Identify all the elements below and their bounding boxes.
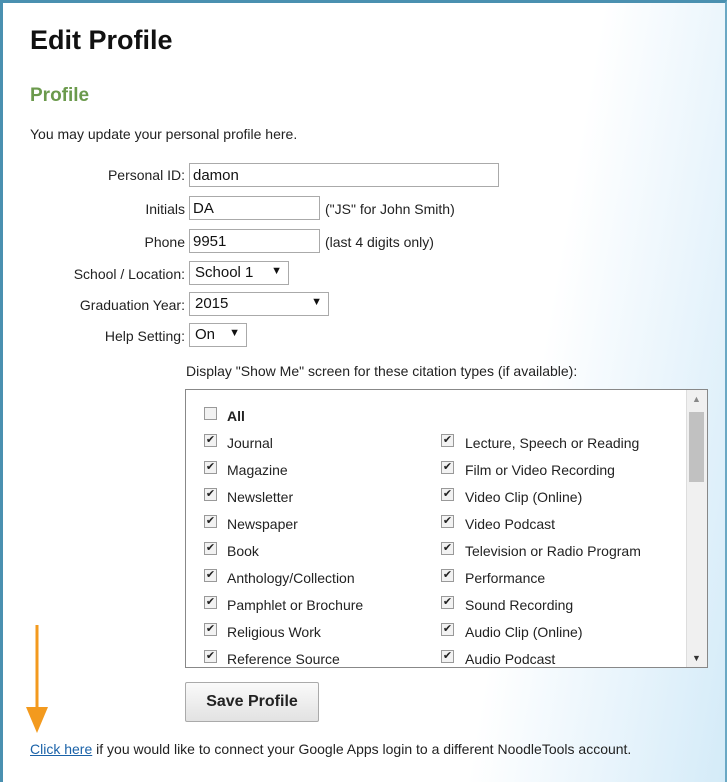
initials-input[interactable]	[189, 196, 320, 220]
check-mark-icon: ✔	[205, 434, 216, 446]
citation-checkbox[interactable]: ✔	[441, 488, 454, 501]
check-mark-icon: ✔	[205, 542, 216, 554]
citation-label: Lecture, Speech or Reading	[465, 435, 640, 451]
all-checkbox[interactable]	[204, 407, 217, 420]
check-mark-icon: ✔	[205, 596, 216, 608]
phone-label: Phone	[144, 234, 185, 250]
page-title: Edit Profile	[30, 25, 173, 55]
intro-text: You may update your personal profile her…	[30, 126, 298, 142]
personal-id-input[interactable]	[189, 163, 499, 187]
show-me-label: Display "Show Me" screen for these citat…	[186, 363, 578, 379]
citation-label: Magazine	[227, 462, 288, 478]
citation-checkbox[interactable]: ✔	[204, 542, 217, 555]
check-mark-icon: ✔	[442, 542, 453, 554]
footer-text: Click here if you would like to connect …	[30, 741, 631, 757]
scroll-thumb[interactable]	[689, 412, 704, 482]
citation-label: Reference Source	[227, 651, 340, 667]
help-select[interactable]: On ▼	[189, 323, 247, 347]
check-mark-icon: ✔	[442, 488, 453, 500]
phone-hint: (last 4 digits only)	[325, 234, 434, 250]
dropdown-arrow-icon: ▼	[311, 296, 322, 308]
check-mark-icon: ✔	[442, 569, 453, 581]
citation-checkbox[interactable]: ✔	[204, 596, 217, 609]
school-select[interactable]: School 1 ▼	[189, 261, 289, 285]
citation-label: Religious Work	[227, 624, 321, 640]
initials-hint: ("JS" for John Smith)	[325, 201, 455, 217]
check-mark-icon: ✔	[205, 569, 216, 581]
citation-label: Television or Radio Program	[465, 543, 641, 559]
click-here-link[interactable]: Click here	[30, 741, 92, 757]
help-value: On	[195, 326, 216, 343]
citation-checkbox[interactable]: ✔	[441, 434, 454, 447]
citation-label: Video Podcast	[465, 516, 556, 532]
check-mark-icon: ✔	[442, 623, 453, 635]
citation-checkbox[interactable]: ✔	[204, 623, 217, 636]
dropdown-arrow-icon: ▼	[271, 265, 282, 277]
personal-id-label: Personal ID:	[107, 167, 185, 183]
citation-label: Newsletter	[227, 489, 294, 505]
citation-label: Performance	[465, 570, 546, 586]
school-value: School 1	[195, 264, 254, 281]
check-mark-icon: ✔	[205, 650, 216, 662]
citation-checkbox[interactable]: ✔	[204, 650, 217, 663]
citation-label: Sound Recording	[465, 597, 574, 613]
citation-label: Audio Podcast	[465, 651, 556, 667]
citation-checkbox[interactable]: ✔	[441, 515, 454, 528]
school-label: School / Location:	[73, 266, 185, 282]
citation-checkbox[interactable]: ✔	[204, 434, 217, 447]
check-mark-icon: ✔	[205, 488, 216, 500]
check-mark-icon: ✔	[442, 461, 453, 473]
annotation-arrow-icon	[26, 625, 48, 733]
check-mark-icon: ✔	[205, 461, 216, 473]
help-label: Help Setting:	[104, 328, 185, 344]
citation-types-list[interactable]: All ✔ Journal ✔ Magazine ✔ Newsletter ✔ Newspap…	[185, 389, 708, 668]
section-heading: Profile	[30, 85, 90, 106]
citation-checkbox[interactable]: ✔	[441, 650, 454, 663]
scroll-up-icon[interactable]: ▲	[692, 394, 701, 404]
page-frame: Edit Profile Profile You may update your…	[0, 0, 727, 782]
citation-label: Anthology/Collection	[227, 570, 355, 586]
check-mark-icon: ✔	[442, 650, 453, 662]
initials-label: Initials	[145, 201, 185, 217]
citation-checkbox[interactable]: ✔	[441, 542, 454, 555]
save-profile-button[interactable]: Save Profile	[185, 682, 319, 722]
dropdown-arrow-icon: ▼	[229, 327, 240, 339]
citation-label: Pamphlet or Brochure	[227, 597, 364, 613]
citation-label: Audio Clip (Online)	[465, 624, 583, 640]
citation-checkbox[interactable]: ✔	[441, 461, 454, 474]
citation-checkbox[interactable]: ✔	[204, 461, 217, 474]
check-mark-icon: ✔	[442, 434, 453, 446]
footer-message: if you would like to connect your Google…	[92, 741, 632, 757]
list-scrollbar[interactable]: ▲ ▼	[686, 390, 707, 667]
citation-label: Book	[227, 543, 259, 559]
all-label: All	[227, 408, 245, 424]
citation-label: Video Clip (Online)	[465, 489, 583, 505]
citation-checkbox[interactable]: ✔	[441, 569, 454, 582]
citation-label: Newspaper	[227, 516, 298, 532]
citation-checkbox[interactable]: ✔	[204, 569, 217, 582]
check-mark-icon: ✔	[205, 623, 216, 635]
citation-checkbox[interactable]: ✔	[441, 596, 454, 609]
scroll-down-icon[interactable]: ▼	[692, 653, 701, 663]
citation-checkbox[interactable]: ✔	[441, 623, 454, 636]
graduation-label: Graduation Year:	[79, 297, 185, 313]
citation-checkbox[interactable]: ✔	[204, 515, 217, 528]
check-mark-icon: ✔	[442, 515, 453, 527]
citation-label: Film or Video Recording	[465, 462, 615, 478]
graduation-value: 2015	[195, 295, 229, 312]
citation-checkbox[interactable]: ✔	[204, 488, 217, 501]
phone-input[interactable]	[189, 229, 320, 253]
check-mark-icon: ✔	[205, 515, 216, 527]
check-mark-icon: ✔	[442, 596, 453, 608]
graduation-select[interactable]: 2015 ▼	[189, 292, 329, 316]
citation-label: Journal	[227, 435, 273, 451]
